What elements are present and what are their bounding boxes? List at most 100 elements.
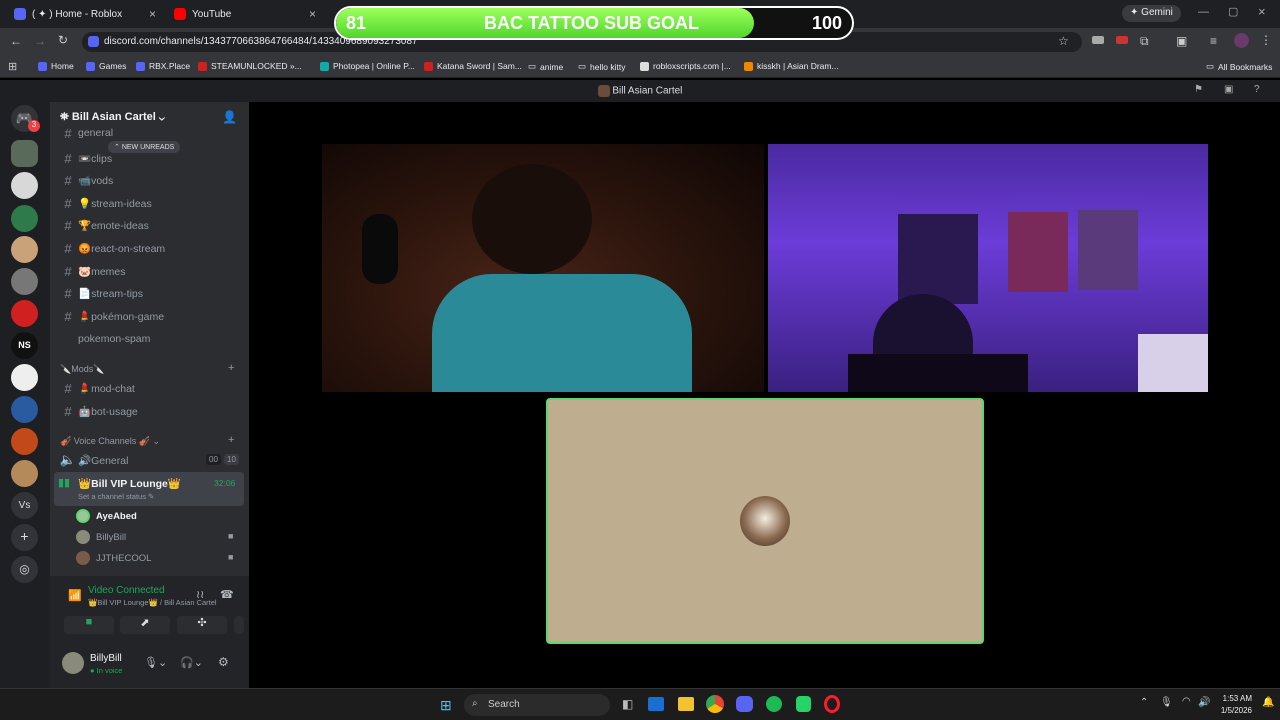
spotify-icon[interactable]	[766, 696, 782, 712]
channel-stream-tips[interactable]: # 📄stream-tips	[58, 283, 244, 303]
disconnect-icon[interactable]: ☎	[220, 588, 234, 601]
channel-clips[interactable]: # 📼clips	[58, 148, 244, 168]
channel-pokemon-spam[interactable]: pokemon-spam	[58, 329, 244, 349]
close-icon[interactable]: ×	[309, 7, 316, 21]
bookmark-folder-hello-kitty[interactable]: ▭ hello kitty	[578, 61, 625, 72]
voice-channel-bill-vip-lounge[interactable]: ▮▮ 👑Bill VIP Lounge👑 32:06 Set a channel…	[54, 472, 244, 506]
bookmark-photopea[interactable]: Photopea | Online P...	[320, 61, 415, 71]
inbox-icon[interactable]: ▣	[1224, 84, 1233, 95]
back-icon[interactable]: ←	[10, 34, 22, 48]
activities-button[interactable]: ✣	[177, 616, 227, 634]
channel-mod-chat[interactable]: # 💄mod-chat	[58, 378, 244, 398]
server-ns-icon[interactable]: NS	[11, 332, 38, 359]
help-icon[interactable]: ?	[1254, 84, 1260, 95]
server-icon[interactable]	[11, 428, 38, 455]
task-view-icon[interactable]: ◧	[622, 697, 633, 711]
video-tile-ayeabed[interactable]	[768, 144, 1208, 392]
all-bookmarks[interactable]: ▭ All Bookmarks	[1206, 61, 1272, 72]
reload-icon[interactable]: ↻	[58, 33, 68, 47]
discover-icon[interactable]: ◎	[11, 556, 38, 583]
sidepanel-icon[interactable]: ▣	[1176, 34, 1187, 48]
headphones-icon[interactable]: 🎧⌄	[180, 656, 203, 669]
flag-icon[interactable]: ⚑	[1194, 84, 1203, 95]
app-icon[interactable]	[796, 696, 811, 712]
minimize-button[interactable]: —	[1198, 6, 1209, 18]
gemini-button[interactable]: ✦ Gemini	[1122, 5, 1181, 22]
screen-share-button[interactable]: ⬈	[120, 616, 170, 634]
channel-status[interactable]: Set a channel status ✎	[78, 492, 154, 501]
server-bill-asian-cartel[interactable]	[11, 140, 38, 167]
bookmark-kisskh[interactable]: kisskh | Asian Dram...	[744, 61, 839, 71]
maximize-button[interactable]: ▢	[1228, 5, 1238, 18]
notification-bell-icon[interactable]: 🔔	[1262, 697, 1274, 708]
chrome-icon[interactable]	[706, 695, 724, 713]
mic-icon[interactable]: 🎙	[1160, 697, 1173, 708]
tab-youtube[interactable]: YouTube ×	[164, 4, 322, 24]
signal-icon[interactable]: 📶	[68, 589, 82, 602]
channel-memes[interactable]: # 🐷memes	[58, 261, 244, 281]
voice-user-ayeabed[interactable]: AyeAbed	[76, 509, 137, 523]
noise-suppression-icon[interactable]: ≀≀	[196, 588, 204, 601]
discord-icon[interactable]	[736, 696, 753, 712]
bookmark-katana[interactable]: Katana Sword | Sam...	[424, 61, 522, 71]
channel-emote-ideas[interactable]: # 🏆emote-ideas	[58, 215, 244, 235]
channel-stream-ideas[interactable]: # 💡stream-ideas	[58, 193, 244, 213]
extensions-puzzle-icon[interactable]: ⧉	[1140, 34, 1149, 49]
server-icon[interactable]	[11, 460, 38, 487]
server-icon[interactable]	[11, 172, 38, 199]
forward-icon[interactable]: →	[34, 34, 46, 48]
menu-icon[interactable]: ⋮	[1260, 33, 1272, 47]
bookmark-home[interactable]: Home	[38, 61, 74, 71]
media-icon[interactable]: ≡	[1210, 34, 1217, 48]
voice-channel-general[interactable]: 🔈 🔊General 00 10	[58, 450, 244, 470]
channel-vods[interactable]: # 📹vods	[58, 170, 244, 190]
bookmark-star-icon[interactable]: ☆	[1058, 34, 1069, 48]
video-tile-billybill[interactable]	[546, 398, 984, 644]
add-server-icon[interactable]: +	[11, 524, 38, 551]
add-channel-icon[interactable]: +	[228, 362, 234, 374]
video-tile-jjthecool[interactable]	[322, 144, 764, 392]
app-icon[interactable]	[648, 697, 664, 711]
server-icon[interactable]	[11, 396, 38, 423]
tab-roblox[interactable]: ( ✦ ) Home - Roblox ×	[4, 4, 162, 24]
channel-general[interactable]: # general	[58, 127, 244, 139]
server-icon[interactable]	[11, 268, 38, 295]
windows-start-icon[interactable]: ⊞	[440, 697, 452, 714]
server-icon[interactable]	[11, 236, 38, 263]
extension-icon[interactable]	[1116, 36, 1128, 44]
apps-grid-icon[interactable]: ⊞	[8, 60, 17, 73]
invite-icon[interactable]: 👤	[222, 110, 237, 124]
taskbar-search[interactable]: ⌕ Search	[464, 694, 610, 716]
soundboard-button[interactable]	[234, 616, 244, 634]
bookmark-steam[interactable]: STEAMUNLOCKED »...	[198, 61, 302, 71]
bookmark-folder-anime[interactable]: ▭ anime	[528, 61, 563, 72]
channel-react-on-stream[interactable]: # 😡react-on-stream	[58, 238, 244, 258]
voice-user-jjthecool[interactable]: JJTHECOOL	[76, 551, 151, 565]
add-channel-icon[interactable]: +	[228, 434, 234, 446]
close-icon[interactable]: ×	[149, 7, 156, 21]
server-icon[interactable]	[11, 364, 38, 391]
category-mods[interactable]: 🔪Mods🔪	[60, 364, 104, 375]
bookmark-games[interactable]: Games	[86, 61, 126, 71]
bookmark-robloxscripts[interactable]: robloxscripts.com |...	[640, 61, 731, 71]
channel-bot-usage[interactable]: # 🤖bot-usage	[58, 401, 244, 421]
camera-toggle-button[interactable]: ■	[64, 616, 114, 634]
voice-user-billybill[interactable]: BillyBill	[76, 530, 126, 544]
clock-time[interactable]: 1:53 AM	[1220, 694, 1252, 703]
volume-icon[interactable]: 🔊	[1198, 697, 1210, 708]
server-vs-icon[interactable]: Vs	[11, 492, 38, 519]
clock-date[interactable]: 1/5/2026	[1218, 706, 1252, 715]
category-voice[interactable]: 🎻 Voice Channels 🎻 ⌄	[60, 436, 160, 447]
settings-icon[interactable]: ⚙	[218, 655, 229, 669]
user-avatar[interactable]	[62, 652, 84, 674]
close-window-button[interactable]: ×	[1258, 4, 1266, 19]
opera-icon[interactable]	[824, 695, 840, 713]
tray-chevron-icon[interactable]: ⌃	[1140, 697, 1148, 708]
mic-icon[interactable]: 🎙⌄	[144, 656, 167, 669]
server-header[interactable]: ⛯ Bill Asian Cartel ⌄	[60, 111, 165, 124]
server-icon[interactable]	[11, 300, 38, 327]
extension-icon[interactable]	[1092, 36, 1104, 44]
channel-pokemon-game[interactable]: # 💄pokémon-game	[58, 306, 244, 326]
profile-avatar[interactable]	[1234, 33, 1249, 48]
bookmark-rbx[interactable]: RBX.Place	[136, 61, 190, 71]
